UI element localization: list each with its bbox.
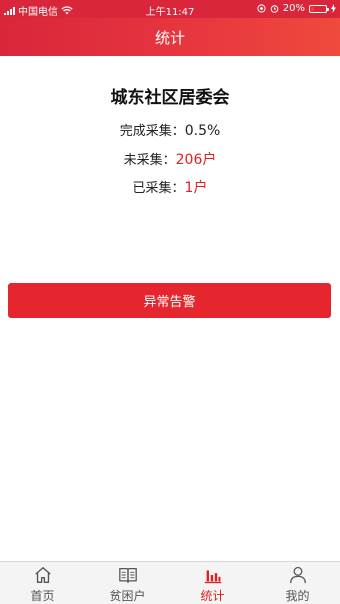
tab-home-label: 首页	[30, 589, 55, 603]
alarm-icon	[270, 5, 279, 13]
uncollected-label: 未采集：	[123, 153, 176, 168]
location-icon	[257, 4, 266, 13]
tab-home[interactable]: 首页	[0, 562, 85, 604]
collected-label: 已采集：	[132, 181, 185, 196]
alert-button[interactable]: 异常告警	[8, 283, 331, 318]
tab-poor-households-label: 贫困户	[109, 589, 146, 603]
tab-mine-label: 我的	[285, 589, 310, 603]
org-name: 城东社区居委会	[110, 88, 230, 108]
tab-statistics[interactable]: 统计	[170, 562, 255, 604]
tab-poor-households[interactable]: 贫困户	[85, 562, 170, 604]
bar-chart-icon	[204, 570, 221, 584]
tab-statistics-label: 统计	[200, 589, 225, 603]
charging-icon	[331, 4, 336, 13]
collected-value: 1户	[184, 180, 208, 196]
tab-mine[interactable]: 我的	[255, 562, 340, 604]
completed-value: 0.5%	[184, 123, 221, 139]
page-title: 统计	[154, 28, 185, 47]
home-icon	[34, 567, 51, 583]
completed-row: 完成采集：0.5%	[0, 120, 340, 139]
uncollected-row: 未采集：206户	[0, 149, 340, 169]
collected-row: 已采集：1户	[0, 177, 340, 197]
battery-icon	[309, 4, 329, 13]
person-icon	[289, 566, 306, 584]
status-right: 20%	[257, 3, 336, 14]
status-bar: 中国电信 上午11:47 20%	[0, 0, 340, 18]
uncollected-value: 206户	[175, 152, 217, 168]
book-icon	[118, 568, 137, 583]
tab-bar: 首页 贫困户 统计 我的	[0, 561, 340, 604]
battery-percent: 20%	[282, 3, 305, 14]
nav-bar: 统计	[0, 18, 340, 56]
completed-label: 完成采集：	[119, 124, 185, 139]
